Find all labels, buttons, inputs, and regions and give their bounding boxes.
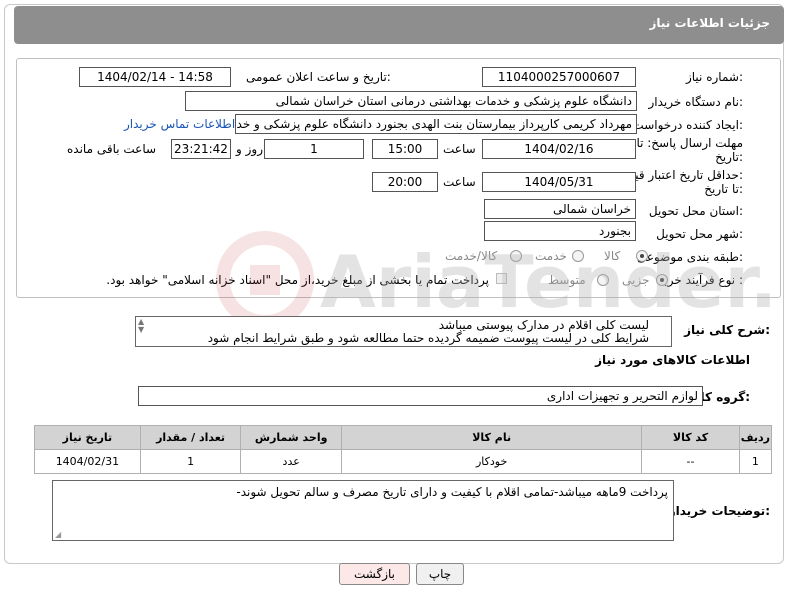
scroll-arrows-icon[interactable]: ▲ ▼ (138, 318, 144, 334)
col-unit: واحد شمارش (240, 425, 342, 450)
cell-row: 1 (738, 449, 773, 474)
description-line-2: شرایط کلی در لیست پیوست ضمیمه گردیده حتم… (207, 331, 649, 345)
page-title: جزئیات اطلاعات نیاز (649, 16, 770, 30)
city-label: شهر محل تحویل: (656, 227, 743, 241)
province-label: استان محل تحویل: (648, 204, 743, 218)
price-validity-time-field: 20:00 (372, 172, 438, 192)
response-time-label: ساعت (443, 142, 476, 156)
col-date: تاریخ نیاز (34, 425, 141, 450)
buyer-notes-text: پرداخت 9ماهه میباشد-تمامی اقلام با کیفیت… (236, 485, 668, 499)
items-table: ردیف کد کالا نام کالا واحد شمارش تعداد /… (34, 425, 773, 474)
price-validity-label-2: تا تاریخ: (704, 182, 743, 196)
cell-unit: عدد (240, 449, 342, 474)
buyer-org-field: دانشگاه علوم پزشکی و خدمات بهداشتی درمان… (185, 91, 637, 111)
category-option-goods: کالا (604, 249, 621, 263)
treasury-payment-checkbox[interactable] (496, 273, 507, 284)
buyer-notes-textarea[interactable]: پرداخت 9ماهه میباشد-تمامی اقلام با کیفیت… (52, 480, 674, 541)
cell-date: 1404/02/31 (34, 449, 141, 474)
print-button[interactable]: چاپ (416, 563, 464, 585)
description-textarea[interactable]: لیست کلی اقلام در مدارک پیوستی میباشد شر… (135, 316, 672, 347)
back-button[interactable]: بازگشت (339, 563, 410, 585)
purchase-radio-minor[interactable] (656, 274, 668, 286)
table-row: 1 -- خودکار عدد 1 1404/02/31 (34, 449, 773, 474)
province-field: خراسان شمالی (484, 199, 636, 219)
days-label: روز و (236, 142, 263, 156)
cell-code: -- (641, 449, 740, 474)
response-deadline-label-1: مهلت ارسال پاسخ: تا (636, 136, 743, 150)
purchase-type-label: نوع فرآیند خرید : (658, 273, 743, 287)
category-option-goods-service: کالا/خدمت (445, 249, 498, 263)
resize-handle-icon[interactable]: ◢ (55, 530, 61, 539)
requester-label: ایجاد کننده درخواست: (632, 118, 743, 132)
announce-label: تاریخ و ساعت اعلان عمومی: (246, 70, 391, 84)
response-days-field: 1 (264, 139, 364, 159)
category-option-service: خدمت (535, 249, 567, 263)
response-time-field: 15:00 (372, 139, 438, 159)
response-deadline-label-2: تاریخ: (715, 150, 743, 164)
header-bar: جزئیات اطلاعات نیاز (14, 6, 784, 44)
remaining-time-field: 23:21:42 (171, 139, 231, 159)
category-radio-service[interactable] (572, 250, 584, 262)
purchase-radio-medium[interactable] (597, 274, 609, 286)
contact-buyer-link[interactable]: اطلاعات تماس خریدار (124, 117, 235, 131)
need-number-label: شماره نیاز: (685, 70, 743, 84)
requester-field: مهرداد کریمی کارپرداز بیمارستان بنت الهد… (235, 114, 637, 134)
city-field: بجنورد (484, 221, 636, 241)
buyer-org-label: نام دستگاه خریدار: (648, 95, 744, 109)
purchase-option-minor: جزیی (622, 273, 650, 287)
col-name: نام کالا (340, 425, 643, 450)
need-number-field: 1104000257000607 (482, 67, 636, 87)
col-row: ردیف (738, 425, 773, 450)
purchase-option-medium: متوسط (548, 273, 586, 287)
remaining-label: ساعت باقی مانده (67, 142, 157, 156)
cell-qty: 1 (139, 449, 242, 474)
category-radio-goods-service[interactable] (510, 250, 522, 262)
cell-name: خودکار (340, 449, 643, 474)
description-label: شرح کلی نیاز: (684, 323, 770, 337)
col-qty: تعداد / مقدار (139, 425, 242, 450)
price-validity-date-field: 1404/05/31 (482, 172, 636, 192)
treasury-payment-note: پرداخت تمام یا بخشی از مبلغ خرید،از محل … (106, 273, 489, 287)
col-code: کد کالا (641, 425, 740, 450)
announce-field: 1404/02/14 - 14:58 (79, 67, 231, 87)
category-label: طبقه بندی موضوعی: (636, 250, 743, 264)
response-date-field: 1404/02/16 (482, 139, 636, 159)
price-validity-time-label: ساعت (443, 175, 476, 189)
goods-section-title: اطلاعات کالاهای مورد نیاز (595, 353, 750, 367)
goods-group-field: لوازم التحریر و تجهیزات اداری (138, 386, 703, 406)
buyer-notes-label: توضیحات خریدار: (668, 504, 770, 518)
category-radio-goods[interactable] (636, 250, 648, 262)
